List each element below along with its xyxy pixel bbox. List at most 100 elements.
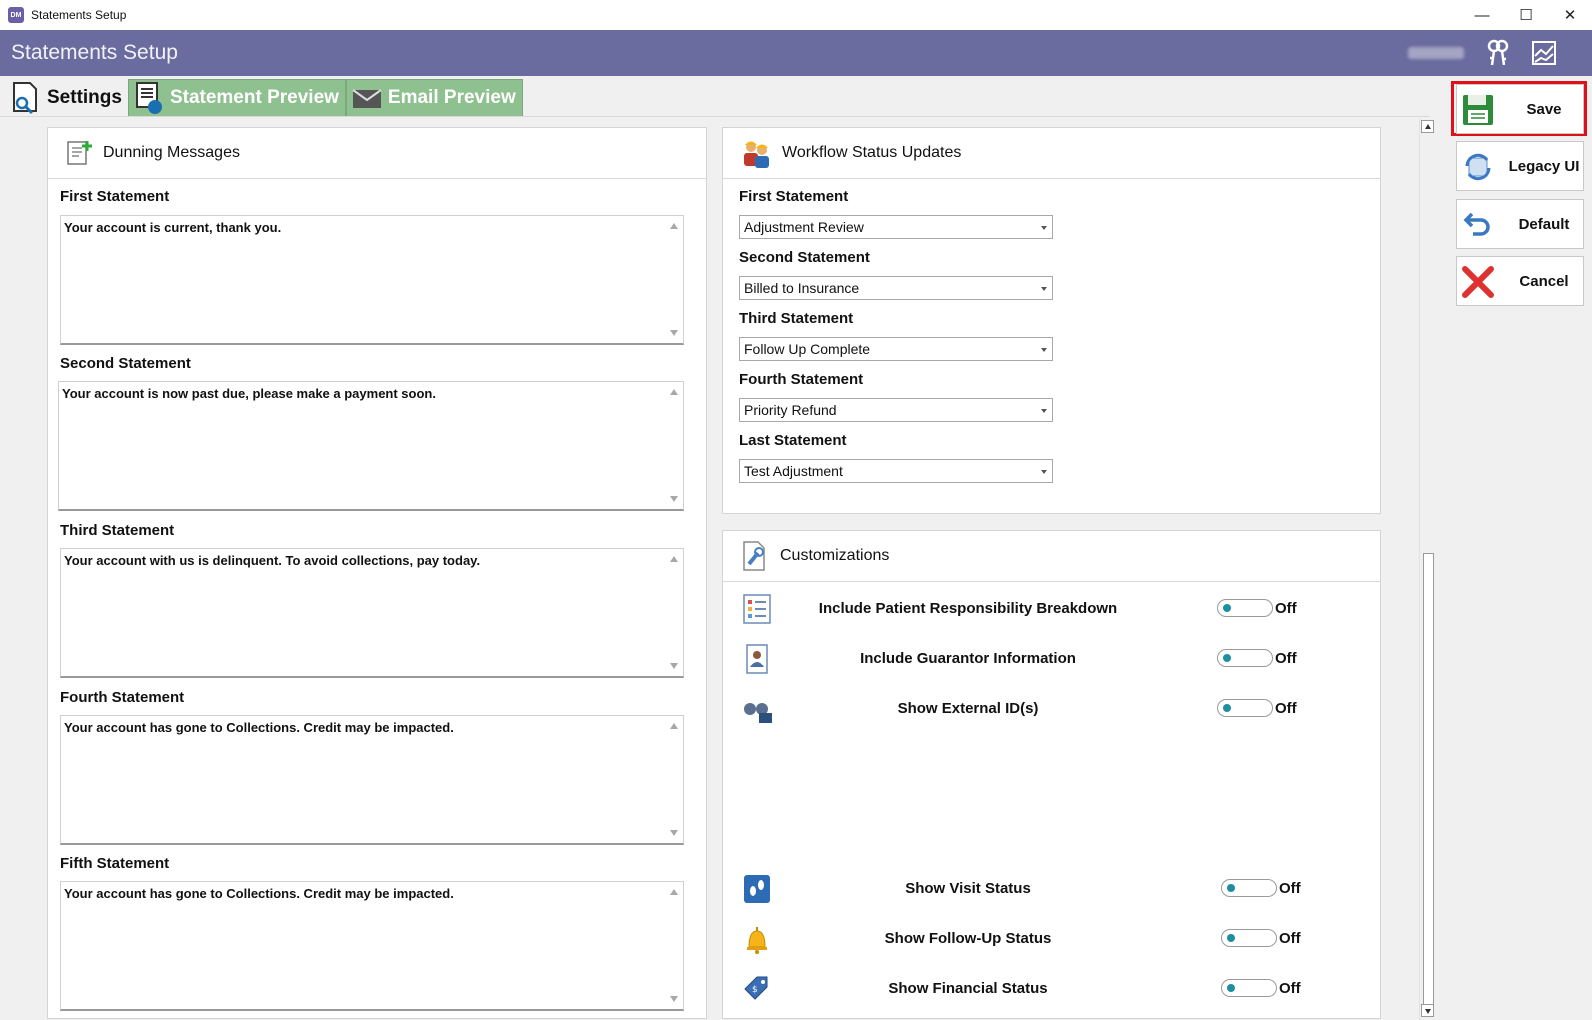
window-title: Statements Setup bbox=[31, 8, 127, 22]
dunning-first-textarea[interactable]: Your account is current, thank you. bbox=[60, 215, 684, 345]
customization-label: Show Visit Status bbox=[905, 880, 1031, 897]
tab-statement-preview[interactable]: Statement Preview bbox=[127, 79, 346, 117]
toggle-state: Off bbox=[1275, 650, 1297, 667]
dunning-first-label: First Statement bbox=[60, 188, 170, 205]
workflow-second-label: Second Statement bbox=[739, 249, 870, 266]
wrench-document-icon bbox=[743, 541, 765, 571]
app-title: Statements Setup bbox=[11, 41, 178, 64]
chevron-down-icon bbox=[1041, 287, 1047, 291]
customizations-title: Customizations bbox=[780, 547, 890, 564]
toggle-state: Off bbox=[1279, 930, 1301, 947]
textarea-scrollbar[interactable] bbox=[666, 882, 683, 1009]
tab-email-preview[interactable]: Email Preview bbox=[345, 79, 523, 117]
workflow-status-header: Workflow Status Updates bbox=[723, 128, 1380, 179]
cancel-button[interactable]: Cancel bbox=[1456, 256, 1584, 306]
undo-arrow-icon bbox=[1463, 212, 1490, 236]
visit-status-toggle[interactable] bbox=[1221, 879, 1277, 897]
customizations-header: Customizations bbox=[723, 531, 1380, 582]
dunning-messages-title: Dunning Messages bbox=[103, 144, 240, 161]
textarea-scrollbar[interactable] bbox=[666, 549, 683, 676]
dunning-fifth-label: Fifth Statement bbox=[60, 855, 170, 872]
tab-settings-label: Settings bbox=[47, 87, 122, 108]
customization-label: Show External ID(s) bbox=[897, 700, 1039, 717]
workflow-third-select[interactable]: Follow Up Complete bbox=[739, 337, 1053, 361]
workflow-fourth-label: Fourth Statement bbox=[739, 371, 864, 388]
toggle-state: Off bbox=[1279, 880, 1301, 897]
default-button[interactable]: Default bbox=[1456, 199, 1584, 249]
app-icon: DM bbox=[8, 7, 24, 23]
dunning-fourth-textarea[interactable]: Your account has gone to Collections. Cr… bbox=[60, 715, 684, 845]
tab-settings[interactable]: Settings bbox=[6, 79, 128, 117]
dunning-messages-header: Dunning Messages bbox=[48, 128, 706, 179]
workflow-fourth-select[interactable]: Priority Refund bbox=[739, 398, 1053, 422]
textarea-scrollbar[interactable] bbox=[666, 716, 683, 843]
dunning-third-textarea[interactable]: Your account with us is delinquent. To a… bbox=[60, 548, 684, 678]
workflow-second-select[interactable]: Billed to Insurance bbox=[739, 276, 1053, 300]
workflow-third-label: Third Statement bbox=[739, 310, 854, 327]
workflow-first-select[interactable]: Adjustment Review bbox=[739, 215, 1053, 239]
toggle-state: Off bbox=[1275, 700, 1297, 717]
bell-icon bbox=[747, 927, 767, 954]
chevron-down-icon bbox=[1041, 348, 1047, 352]
workflow-status-title: Workflow Status Updates bbox=[782, 144, 962, 161]
scroll-up-arrow[interactable] bbox=[1421, 120, 1434, 133]
customization-row-financial-status: $ Show Financial Status Off bbox=[723, 971, 1383, 1007]
financial-status-toggle[interactable] bbox=[1221, 979, 1277, 997]
dunning-fourth-text: Your account has gone to Collections. Cr… bbox=[64, 720, 454, 735]
list-icon bbox=[743, 594, 771, 624]
keys-icon[interactable] bbox=[1484, 39, 1512, 67]
binoculars-icon bbox=[744, 703, 772, 723]
dunning-messages-panel: Dunning Messages First Statement Your ac… bbox=[47, 127, 707, 1019]
footprints-icon bbox=[744, 875, 770, 903]
dunning-fourth-label: Fourth Statement bbox=[60, 689, 185, 706]
cancel-button-label: Cancel bbox=[1519, 272, 1569, 290]
close-icon[interactable]: ✕ bbox=[1548, 0, 1592, 30]
save-button[interactable]: Save bbox=[1456, 84, 1584, 134]
window-controls: — ☐ ✕ bbox=[1460, 0, 1592, 30]
workers-icon bbox=[744, 141, 769, 168]
maximize-icon[interactable]: ☐ bbox=[1504, 0, 1548, 30]
dunning-first-text: Your account is current, thank you. bbox=[64, 220, 282, 235]
refresh-icon bbox=[1465, 153, 1491, 181]
legacy-ui-button-label: Legacy UI bbox=[1508, 157, 1580, 175]
workflow-last-value: Test Adjustment bbox=[744, 463, 843, 479]
svg-text:$: $ bbox=[752, 985, 758, 995]
scroll-down-arrow[interactable] bbox=[1421, 1004, 1434, 1017]
report-chart-icon[interactable] bbox=[1530, 39, 1558, 67]
price-tag-icon: $ bbox=[744, 976, 768, 1000]
id-card-icon bbox=[746, 644, 768, 674]
follow-up-status-toggle[interactable] bbox=[1221, 929, 1277, 947]
dunning-second-textarea[interactable]: Your account is now past due, please mak… bbox=[58, 381, 684, 511]
chevron-down-icon bbox=[1041, 470, 1047, 474]
tab-statement-preview-label: Statement Preview bbox=[169, 87, 339, 108]
textarea-scrollbar[interactable] bbox=[666, 382, 683, 509]
dunning-fifth-textarea[interactable]: Your account has gone to Collections. Cr… bbox=[60, 881, 684, 1011]
patient-responsibility-toggle[interactable] bbox=[1217, 599, 1273, 617]
customization-row-patient-responsibility: Include Patient Responsibility Breakdown… bbox=[723, 591, 1383, 627]
window-titlebar: DM Statements Setup — ☐ ✕ bbox=[0, 0, 1592, 30]
toggle-state: Off bbox=[1275, 600, 1297, 617]
external-id-toggle[interactable] bbox=[1217, 699, 1273, 717]
guarantor-toggle[interactable] bbox=[1217, 649, 1273, 667]
legacy-ui-button[interactable]: Legacy UI bbox=[1456, 141, 1584, 191]
envelope-icon bbox=[352, 89, 382, 108]
main-scrollbar[interactable] bbox=[1419, 118, 1436, 1020]
customization-label: Include Guarantor Information bbox=[860, 650, 1076, 667]
floppy-disk-icon bbox=[1463, 95, 1493, 125]
workflow-first-label: First Statement bbox=[739, 188, 849, 205]
app-header: Statements Setup bbox=[0, 30, 1592, 76]
minimize-icon[interactable]: — bbox=[1460, 0, 1504, 30]
tab-bar: Settings Statement Preview Email Preview bbox=[6, 79, 523, 117]
chevron-down-icon bbox=[1041, 409, 1047, 413]
textarea-scrollbar[interactable] bbox=[666, 216, 683, 343]
red-x-icon bbox=[1462, 266, 1494, 298]
dunning-second-text: Your account is now past due, please mak… bbox=[62, 386, 436, 401]
workflow-last-select[interactable]: Test Adjustment bbox=[739, 459, 1053, 483]
tab-email-preview-label: Email Preview bbox=[387, 87, 516, 108]
settings-document-icon bbox=[13, 82, 37, 115]
customization-label: Show Financial Status bbox=[888, 980, 1048, 997]
customization-row-visit-status: Show Visit Status Off bbox=[723, 871, 1383, 907]
customization-row-follow-up-status: Show Follow-Up Status Off bbox=[723, 921, 1383, 957]
workflow-status-panel: Workflow Status Updates First Statement … bbox=[722, 127, 1381, 514]
scroll-thumb[interactable] bbox=[1423, 553, 1434, 1005]
